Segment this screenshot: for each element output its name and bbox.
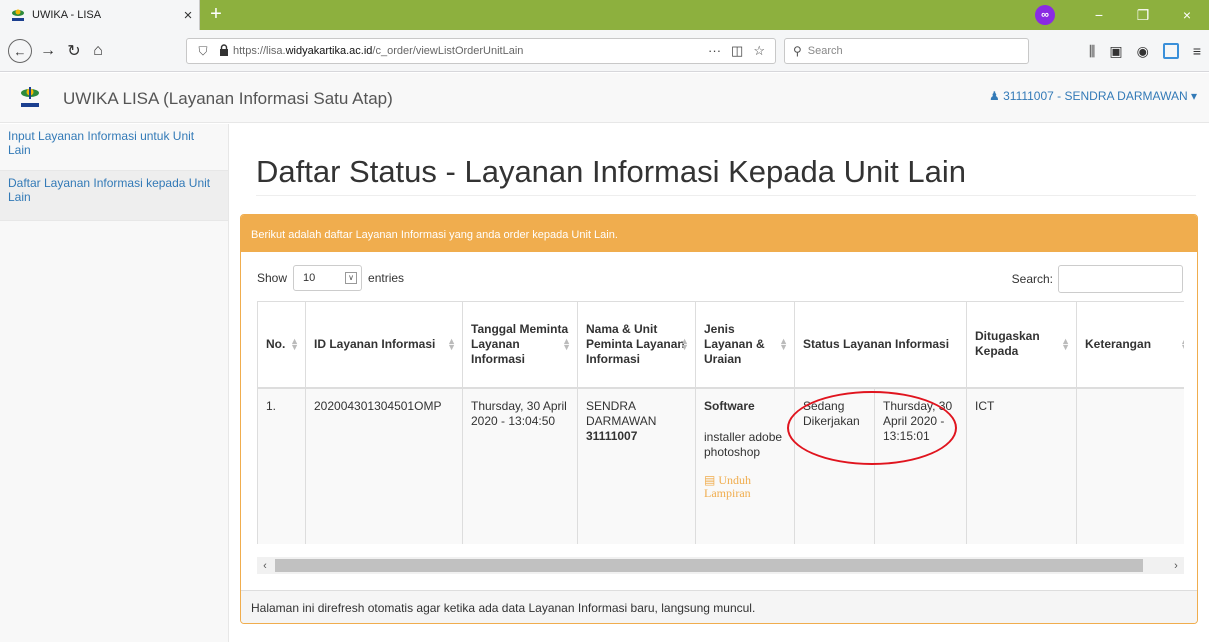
status-timestamp: Thursday, 30 April 2020 - 13:15:01 bbox=[883, 398, 953, 443]
close-window-button[interactable]: × bbox=[1165, 7, 1209, 23]
cell-no: 1. bbox=[257, 387, 306, 544]
uwika-favicon-icon bbox=[10, 7, 26, 23]
sidebar: Input Layanan Informasi untuk Unit Lain … bbox=[0, 124, 229, 642]
lock-icon[interactable] bbox=[215, 43, 233, 59]
search-label: Search: bbox=[1011, 272, 1053, 286]
page-title: Daftar Status - Layanan Informasi Kepada… bbox=[256, 154, 966, 189]
column-header-status[interactable]: Status Layanan Informasi bbox=[794, 301, 967, 389]
table-row: 1. 202004301304501OMP Thursday, 30 April… bbox=[257, 387, 1184, 544]
table-search: Search: bbox=[1012, 265, 1183, 293]
search-icon: ⚲ bbox=[793, 44, 802, 58]
back-icon[interactable]: ← bbox=[8, 39, 32, 63]
caret-down-icon: ▾ bbox=[1190, 89, 1197, 103]
reload-icon[interactable]: ↻ bbox=[62, 39, 86, 63]
chevron-down-icon: ∨ bbox=[345, 272, 358, 284]
scrollbar-thumb[interactable] bbox=[275, 559, 1143, 572]
user-icon: ♟ bbox=[989, 89, 1000, 103]
user-menu[interactable]: ♟ 31111007 - SENDRA DARMAWAN ▾ bbox=[989, 89, 1197, 103]
column-header-jenis[interactable]: Jenis Layanan & Uraian ▲ ▼ bbox=[695, 301, 795, 389]
sort-icon: ▲▼ bbox=[1180, 337, 1184, 352]
pocket-icon[interactable]: ◫ bbox=[731, 43, 743, 59]
status-text: Sedang Dikerjakan bbox=[795, 388, 875, 544]
address-bar[interactable]: ⛉ https://lisa.widyakartika.ac.id/c_orde… bbox=[186, 38, 776, 64]
menu-icon[interactable]: ≡ bbox=[1193, 43, 1201, 59]
column-header-keterangan[interactable]: Keterangan▲▼ bbox=[1076, 301, 1184, 389]
table-search-input[interactable] bbox=[1058, 265, 1183, 293]
extension-icon[interactable] bbox=[1162, 43, 1179, 59]
sort-icon: ▲▼ bbox=[447, 336, 456, 353]
url-text[interactable]: https://lisa.widyakartika.ac.id/c_order/… bbox=[233, 45, 708, 57]
cell-peminta: SENDRA DARMAWAN 31111007 bbox=[577, 387, 696, 544]
jenis-layanan: Software bbox=[704, 398, 755, 413]
order-list-panel: Berikut adalah daftar Layanan Informasi … bbox=[240, 214, 1198, 624]
sort-icon: ▲▼ bbox=[779, 336, 788, 353]
browser-tab[interactable]: UWIKA - LISA × bbox=[0, 0, 200, 30]
orders-table: No. ▲ ▼ ID Layanan Informasi ▲ ▼ Tanggal Mem… bbox=[257, 301, 1184, 544]
app-title[interactable]: UWIKA LISA (Layanan Informasi Satu Atap) bbox=[63, 89, 393, 109]
scroll-left-icon[interactable]: ‹ bbox=[257, 560, 273, 572]
forward-icon[interactable]: → bbox=[36, 39, 60, 63]
panel-heading: Berikut adalah daftar Layanan Informasi … bbox=[241, 215, 1197, 252]
sort-icon: ▲▼ bbox=[290, 336, 299, 353]
scroll-right-icon[interactable]: › bbox=[1168, 560, 1184, 572]
private-mask-icon: ∞ bbox=[1035, 5, 1055, 25]
cell-jenis: Software installer adobe photoshop ▤ Und… bbox=[695, 387, 795, 544]
page-header: Daftar Status - Layanan Informasi Kepada… bbox=[256, 152, 1196, 196]
cell-tanggal: Thursday, 30 April 2020 - 13:04:50 bbox=[462, 387, 578, 544]
tab-close-icon[interactable]: × bbox=[177, 7, 199, 24]
sidebar-item-input-layanan[interactable]: Input Layanan Informasi untuk Unit Lain bbox=[0, 124, 228, 171]
restore-button[interactable]: ❐ bbox=[1121, 7, 1165, 24]
account-icon[interactable]: ◉ bbox=[1137, 43, 1149, 60]
cell-id: 202004301304501OMP bbox=[305, 387, 463, 544]
bookmark-star-icon[interactable]: ☆ bbox=[753, 43, 765, 59]
entries-label: entries bbox=[368, 271, 405, 285]
column-header-ditugaskan[interactable]: Ditugaskan Kepada ▲ ▼ bbox=[966, 301, 1077, 389]
minimize-button[interactable]: − bbox=[1077, 7, 1121, 23]
entries-value: 10 bbox=[303, 272, 316, 284]
entries-select[interactable]: 10 ∨ bbox=[293, 265, 363, 291]
column-header-tanggal[interactable]: Tanggal Meminta Layanan Informasi ▲ ▼ bbox=[462, 301, 578, 389]
cell-status: Sedang Dikerjakan Thursday, 30 April 202… bbox=[794, 387, 967, 544]
sort-icon: ▲▼ bbox=[562, 336, 571, 353]
sidebar-item-daftar-layanan[interactable]: Daftar Layanan Informasi kepada Unit Lai… bbox=[0, 171, 228, 221]
page-actions-icon[interactable]: ··· bbox=[708, 43, 721, 59]
orders-table-wrapper: No. ▲ ▼ ID Layanan Informasi ▲ ▼ Tanggal Mem… bbox=[257, 301, 1184, 544]
browser-search-bar[interactable]: ⚲ Search bbox=[784, 38, 1029, 64]
entries-length-control: Show 10 ∨ entries bbox=[257, 265, 404, 291]
home-icon[interactable]: ⌂ bbox=[86, 39, 110, 63]
app-navbar: UWIKA LISA (Layanan Informasi Satu Atap)… bbox=[0, 73, 1209, 123]
uwika-logo-icon[interactable] bbox=[20, 85, 40, 109]
sidebar-toggle-icon[interactable]: ▣ bbox=[1109, 43, 1122, 60]
sort-icon: ▲▼ bbox=[1061, 336, 1070, 353]
file-icon: ▤ bbox=[704, 472, 716, 487]
search-placeholder: Search bbox=[807, 45, 843, 57]
window-controls: ∞ − ❐ × bbox=[1035, 0, 1209, 30]
sort-icon: ▲▼ bbox=[680, 336, 689, 353]
column-header-no[interactable]: No. ▲ ▼ bbox=[257, 301, 306, 389]
peminta-name: SENDRA DARMAWAN bbox=[586, 398, 657, 428]
column-header-id[interactable]: ID Layanan Informasi ▲ ▼ bbox=[305, 301, 463, 389]
browser-tab-strip: UWIKA - LISA × + ∞ − ❐ × bbox=[0, 0, 1209, 30]
new-tab-button[interactable]: + bbox=[204, 2, 228, 26]
peminta-id: 31111007 bbox=[586, 428, 638, 443]
cell-keterangan bbox=[1076, 387, 1184, 544]
show-label: Show bbox=[257, 271, 288, 285]
tab-title: UWIKA - LISA bbox=[32, 9, 102, 21]
panel-footer: Halaman ini direfresh otomatis agar keti… bbox=[241, 590, 1197, 623]
uraian: installer adobe photoshop bbox=[704, 429, 783, 459]
cell-ditugaskan: ICT bbox=[966, 387, 1077, 544]
horizontal-scrollbar[interactable]: ‹ › bbox=[257, 557, 1184, 574]
user-name: 31111007 - SENDRA DARMAWAN bbox=[1003, 89, 1188, 103]
shield-icon[interactable]: ⛉ bbox=[191, 44, 215, 59]
download-attachment-link[interactable]: ▤ Unduh Lampiran bbox=[704, 472, 786, 500]
browser-toolbar: ← → ↻ ⌂ ⛉ https://lisa.widyakartika.ac.i… bbox=[0, 30, 1209, 72]
library-icon[interactable]: ⫼ bbox=[1089, 43, 1095, 60]
column-header-peminta[interactable]: Nama & Unit Peminta Layanan Informasi ▲ ▼ bbox=[577, 301, 696, 389]
